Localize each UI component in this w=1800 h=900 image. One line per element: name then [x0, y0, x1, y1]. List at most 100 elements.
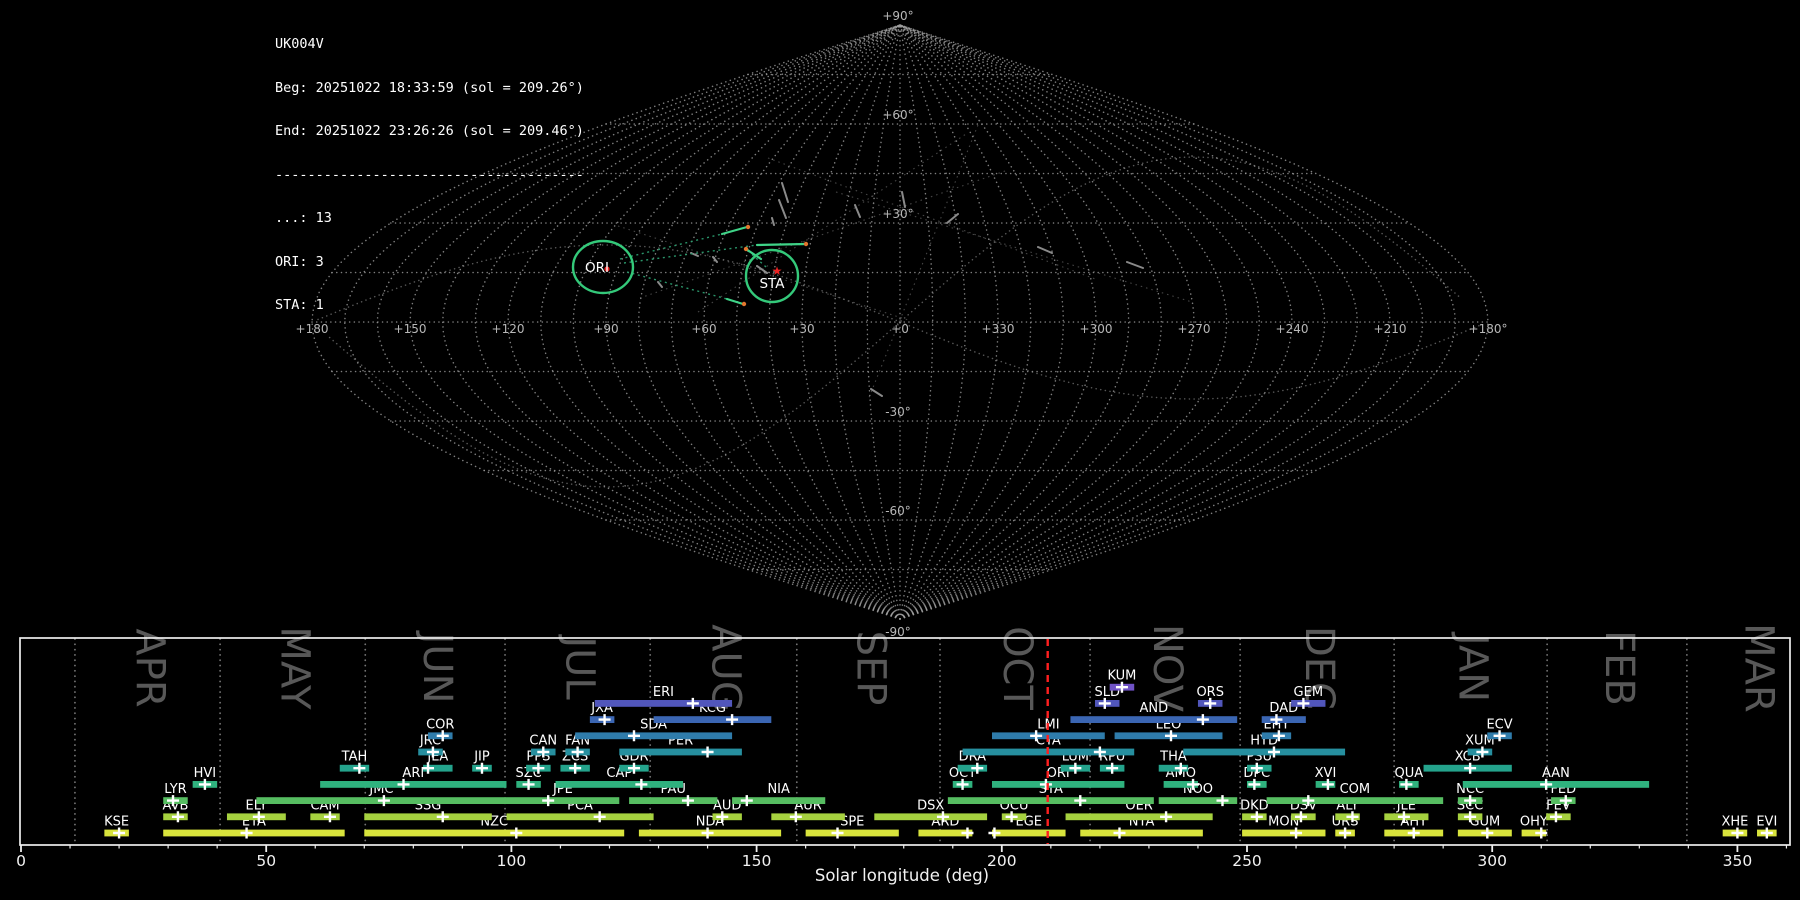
shower-label-hvi: HVI [194, 766, 217, 781]
shower-label-ecv: ECV [1486, 717, 1512, 732]
meteor-begin-dot [745, 224, 751, 230]
sporadic-meteor [1037, 246, 1053, 254]
shower-bar-eta [163, 829, 345, 837]
shower-bar-ssg [364, 813, 492, 821]
shower-meteor [755, 242, 808, 247]
shower-label-dsx: DSX [917, 798, 944, 813]
sporadic-track [767, 157, 1099, 281]
shower-label-xvi: XVI [1315, 766, 1337, 781]
tick-label: 250 [1232, 852, 1262, 870]
x-axis-title: Solar longitude (deg) [815, 866, 989, 885]
shower-label-can: CAN [529, 734, 557, 749]
month-label-jun: JUN [414, 630, 460, 704]
peak-marker-kcg [726, 714, 739, 726]
shower-label-jip: JIP [473, 750, 490, 765]
month-label-feb: FEB [1596, 630, 1642, 706]
shower-bar-aan [1462, 781, 1650, 788]
shower-label-ors: ORS [1196, 685, 1224, 700]
shower-bar-sda [575, 732, 733, 740]
tick-label: 350 [1723, 852, 1753, 870]
shower-meteor [725, 297, 745, 306]
shower-label-qua: QUA [1395, 766, 1424, 781]
month-label-may: MAY [272, 626, 318, 710]
shower-bar-ari [320, 781, 507, 788]
sporadic-meteor [781, 182, 789, 203]
peak-marker-per [701, 746, 714, 758]
shower-bar-dad [1261, 716, 1306, 723]
shower-bar-hyd [1183, 748, 1346, 756]
shower-bar-nta [1080, 829, 1203, 837]
latitude-label: -60° [885, 504, 911, 518]
month-label-mar: MAR [1735, 623, 1781, 713]
longitude-label: +90 [593, 322, 618, 336]
latitude-label: +30° [882, 207, 913, 221]
month-label-jan: JAN [1450, 631, 1496, 702]
shower-bar-com [1266, 797, 1444, 804]
peak-marker-eri [686, 697, 699, 709]
shower-label-gem: GEM [1294, 685, 1324, 700]
longitude-label: +330 [982, 322, 1015, 336]
sporadic-count: ...: 13 [275, 210, 332, 226]
shower-label-xhe: XHE [1721, 815, 1748, 830]
longitude-label: +210 [1374, 322, 1407, 336]
shower-bar-sta [947, 797, 1154, 804]
ori-count: ORI: 3 [275, 253, 324, 270]
tick-label: 150 [742, 852, 772, 870]
shower-label-ohy: OHY [1520, 815, 1548, 830]
peak-marker-nia [740, 795, 753, 807]
shower-bar-oer [1065, 813, 1213, 821]
peak-marker-ege [988, 827, 1001, 839]
longitude-label: +60 [691, 322, 716, 336]
latitude-label: +90° [882, 9, 913, 23]
peak-marker-ard [961, 827, 974, 839]
meteor-trail [623, 244, 758, 264]
shower-bar-kcg [653, 716, 772, 723]
sporadic-track [835, 191, 1193, 303]
shower-label-nia: NIA [767, 782, 790, 797]
longitude-label: +180° [1469, 322, 1508, 336]
radiant-label-STA: STA [759, 276, 785, 292]
sporadic-meteor [1126, 261, 1144, 269]
latitude-label: +60° [882, 108, 913, 122]
sporadic-meteor [946, 213, 959, 224]
grid-meridian [899, 24, 1391, 620]
shower-label-and: AND [1140, 701, 1169, 716]
observation-header: UK004V Beg: 20251022 18:33:59 (sol = 209… [275, 8, 584, 342]
meteor-begin-dot [743, 246, 749, 252]
sporadic-meteor [657, 281, 663, 288]
sporadic-meteor [771, 217, 775, 226]
sporadic-track [867, 119, 981, 401]
shower-label-com: COM [1340, 782, 1371, 797]
peak-marker-pca [593, 811, 606, 823]
end-time-line: End: 20251022 23:26:26 (sol = 209.46°) [275, 123, 584, 139]
sporadic-meteor [854, 204, 861, 218]
shower-label-cor: COR [426, 717, 454, 732]
sporadic-track [639, 169, 1009, 299]
shower-label-tah: TAH [341, 750, 368, 765]
shower-bar-spe [805, 829, 899, 837]
peak-marker-nta [1113, 827, 1126, 839]
sporadic-meteor [778, 199, 787, 219]
meteor-observation-screen: +90° +60° +30° -30° -60° -90° +180 +150 +120 +90 +… [0, 0, 1800, 900]
peak-marker-and [1196, 714, 1209, 726]
station-id: UK004V [275, 36, 324, 52]
tick-label: 0 [16, 852, 26, 870]
separator-line: -------------------------------------- [275, 166, 584, 183]
peak-marker-sta [1074, 795, 1087, 807]
meteor-begin-dot [803, 241, 809, 247]
shower-label-eri: ERI [653, 685, 674, 700]
shower-bar-per [619, 748, 742, 756]
shower-label-kse: KSE [104, 815, 129, 830]
longitude-label: +0 [891, 322, 909, 336]
month-label-sep: SEP [847, 631, 893, 706]
longitude-label: +270 [1178, 322, 1211, 336]
shower-bar-cap [555, 781, 684, 788]
peak-marker-sda [628, 730, 640, 742]
shower-label-kum: KUM [1107, 669, 1136, 684]
shower-bar-aur [771, 813, 845, 821]
peak-marker-oer [1160, 811, 1173, 823]
shower-label-tha: THA [1159, 750, 1187, 765]
shower-bar-dsx [874, 813, 988, 821]
meteor-trail [626, 271, 728, 300]
shower-label-lyr: LYR [164, 782, 187, 797]
